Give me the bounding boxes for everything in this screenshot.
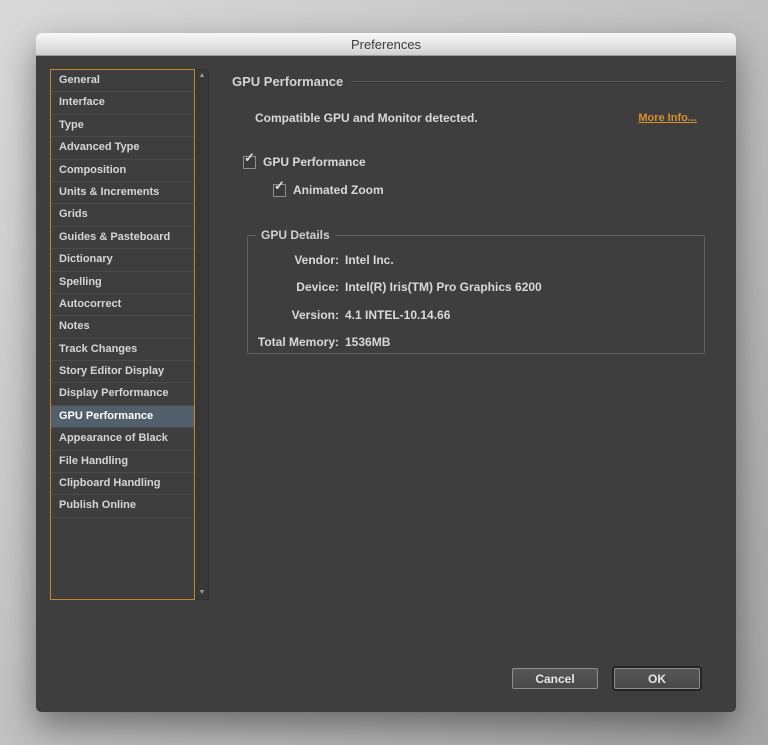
footer-buttons: Cancel OK: [512, 668, 700, 689]
gpu-detail-value: 1536MB: [345, 335, 390, 349]
sidebar-item-appearance-of-black[interactable]: Appearance of Black: [51, 428, 194, 450]
heading-rule: [351, 81, 724, 83]
animated-zoom-checkbox[interactable]: ✓: [273, 184, 286, 197]
title-bar: Preferences: [36, 33, 736, 56]
sidebar-scrollbar[interactable]: ▲ ▼: [195, 69, 209, 600]
sidebar-item-interface[interactable]: Interface: [51, 92, 194, 114]
gpu-detail-value: 4.1 INTEL-10.14.66: [345, 308, 450, 322]
sidebar-item-display-performance[interactable]: Display Performance: [51, 383, 194, 405]
gpu-detail-row: Vendor: Intel Inc.: [248, 246, 704, 274]
gpu-performance-checkbox[interactable]: ✓: [243, 156, 256, 169]
sidebar-item-autocorrect[interactable]: Autocorrect: [51, 294, 194, 316]
sidebar-item-advanced-type[interactable]: Advanced Type: [51, 137, 194, 159]
sidebar-item-composition[interactable]: Composition: [51, 160, 194, 182]
animated-zoom-checkbox-row: ✓ Animated Zoom: [273, 183, 384, 197]
gpu-detail-row: Version: 4.1 INTEL-10.14.66: [248, 301, 704, 329]
sidebar-item-track-changes[interactable]: Track Changes: [51, 339, 194, 361]
sidebar-item-publish-online[interactable]: Publish Online: [51, 495, 194, 517]
window-title: Preferences: [351, 37, 421, 52]
gpu-status-row: Compatible GPU and Monitor detected. Mor…: [255, 111, 697, 125]
sidebar-item-notes[interactable]: Notes: [51, 316, 194, 338]
checkmark-icon: ✓: [274, 178, 285, 194]
gpu-detail-label: Total Memory:: [248, 335, 339, 349]
gpu-performance-checkbox-label: GPU Performance: [263, 155, 366, 169]
gpu-detail-label: Device:: [248, 280, 339, 294]
gpu-details-group: GPU Details Vendor: Intel Inc. Device: Inte…: [247, 228, 705, 354]
sidebar-item-grids[interactable]: Grids: [51, 204, 194, 226]
scroll-down-icon[interactable]: ▼: [196, 587, 208, 599]
sidebar-item-units-increments[interactable]: Units & Increments: [51, 182, 194, 204]
sidebar-item-clipboard-handling[interactable]: Clipboard Handling: [51, 473, 194, 495]
gpu-status-text: Compatible GPU and Monitor detected.: [255, 111, 478, 125]
sidebar-item-spelling[interactable]: Spelling: [51, 272, 194, 294]
checkmark-icon: ✓: [244, 150, 255, 166]
gpu-detail-value: Intel Inc.: [345, 253, 394, 267]
preferences-dialog: Preferences GeneralInterfaceTypeAdvanced…: [36, 33, 736, 712]
gpu-detail-value: Intel(R) Iris(TM) Pro Graphics 6200: [345, 280, 542, 294]
gpu-performance-checkbox-row: ✓ GPU Performance: [243, 155, 366, 169]
ok-button[interactable]: OK: [614, 668, 700, 689]
sidebar-item-story-editor-display[interactable]: Story Editor Display: [51, 361, 194, 383]
gpu-detail-label: Version:: [248, 308, 339, 322]
sidebar-item-guides-pasteboard[interactable]: Guides & Pasteboard: [51, 227, 194, 249]
sidebar-item-dictionary[interactable]: Dictionary: [51, 249, 194, 271]
cancel-button[interactable]: Cancel: [512, 668, 598, 689]
sidebar-item-general[interactable]: General: [51, 70, 194, 92]
gpu-details-rows: Vendor: Intel Inc. Device: Intel(R) Iris(TM…: [248, 246, 704, 356]
dialog-body: GeneralInterfaceTypeAdvanced TypeComposi…: [36, 56, 736, 712]
more-info-link[interactable]: More Info...: [638, 112, 697, 124]
animated-zoom-checkbox-label: Animated Zoom: [293, 183, 384, 197]
gpu-detail-row: Total Memory: 1536MB: [248, 329, 704, 357]
gpu-detail-label: Vendor:: [248, 253, 339, 267]
gpu-detail-row: Device: Intel(R) Iris(TM) Pro Graphics 62…: [248, 274, 704, 302]
sidebar-list: GeneralInterfaceTypeAdvanced TypeComposi…: [50, 69, 195, 600]
panel-heading-row: GPU Performance: [232, 74, 724, 89]
sidebar-item-gpu-performance[interactable]: GPU Performance: [51, 406, 194, 428]
gpu-details-legend: GPU Details: [256, 228, 335, 242]
sidebar-item-type[interactable]: Type: [51, 115, 194, 137]
sidebar-item-file-handling[interactable]: File Handling: [51, 451, 194, 473]
page-title: GPU Performance: [232, 74, 343, 89]
scroll-up-icon[interactable]: ▲: [196, 70, 208, 82]
